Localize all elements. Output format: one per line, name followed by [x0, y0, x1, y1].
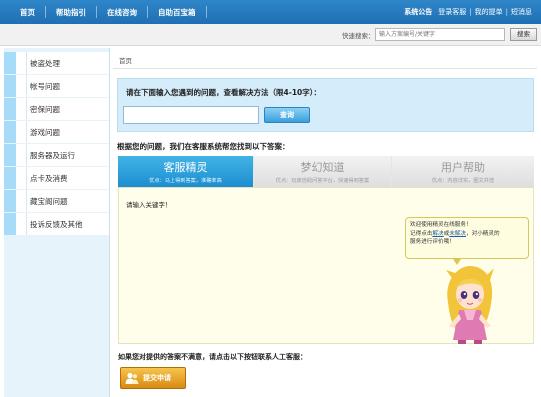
nav-divider	[205, 6, 207, 18]
nav-home[interactable]: 首页	[10, 7, 45, 18]
breadcrumb[interactable]: 首页	[119, 55, 132, 65]
nav-self-service[interactable]: 自助百宝箱	[148, 7, 206, 18]
tab-subtitle: 优点：玩家自助问答平台，快速得到答案	[275, 178, 370, 184]
answer-tabs: 客服精灵 优点：马上得到答案，准确率高 梦幻知道 优点：玩家自助问答平台，快速得…	[118, 156, 534, 192]
main-content: 首页 请在下面输入您遇到的问题，查看解决方法（限4-10字）： 查询 根据您的问…	[113, 48, 537, 397]
help-line: 根据您的问题，我们在客服系统帮您找到以下答案：	[117, 142, 290, 151]
tab-title: 客服精灵	[163, 161, 208, 174]
query-input[interactable]	[123, 106, 259, 124]
mascot-illustration	[446, 266, 494, 344]
top-links: 系统公告 登录客服 | 我的提单 | 短消息	[401, 0, 535, 24]
query-button[interactable]: 查询	[264, 107, 310, 123]
bubble-line: 记得点击解决或未解决，对小精灵的	[410, 230, 524, 239]
resolved-link[interactable]: 解决	[432, 231, 443, 237]
messages-link[interactable]: 短消息	[508, 7, 535, 17]
tab-title: 用户帮助	[441, 161, 485, 174]
search-label: 快速搜索：	[342, 32, 375, 40]
sidebar: 被盗处理 帐号问题 密保问题 游戏问题 服务器及运行 点卡及消费 藏宝阁问题 投…	[4, 48, 110, 397]
sidebar-item-account[interactable]: 帐号问题	[4, 75, 109, 97]
tab-service-sprite[interactable]: 客服精灵 优点：马上得到答案，准确率高	[118, 156, 254, 187]
divider	[113, 68, 537, 69]
submit-label: 提交申请	[143, 374, 171, 382]
sidebar-item-server[interactable]: 服务器及运行	[4, 144, 109, 166]
search-bar: 快速搜索： 搜索	[0, 24, 541, 46]
sidebar-item-feedback[interactable]: 投诉反馈及其他	[4, 213, 109, 235]
tab-subtitle: 优点：内容详实，图文并茂	[431, 178, 495, 184]
my-orders-link[interactable]: 我的提单	[472, 7, 506, 17]
query-title: 请在下面输入您遇到的问题，查看解决方法（限4-10字）：	[126, 88, 322, 97]
sidebar-item-treasure[interactable]: 藏宝阁问题	[4, 190, 109, 212]
bubble-text: ，对小精灵的	[466, 230, 500, 237]
sidebar-item-game[interactable]: 游戏问题	[4, 121, 109, 143]
top-navbar: 首页 帮助指引 在线咨询 自助百宝箱 系统公告 登录客服 | 我的提单 | 短消…	[0, 0, 541, 24]
query-panel: 请在下面输入您遇到的问题，查看解决方法（限4-10字）： 查询	[117, 78, 534, 132]
login-link[interactable]: 登录客服	[435, 7, 469, 17]
unresolved-link[interactable]: 未解决	[449, 231, 466, 237]
submit-request-button[interactable]: 提交申请	[120, 367, 186, 389]
sidebar-item-security[interactable]: 密保问题	[4, 98, 109, 120]
sidebar-item-theft[interactable]: 被盗处理	[4, 52, 109, 74]
chat-panel: 请输入关键字！ 欢迎使用精灵在线服务！ 记得点击解决或未解决，对小精灵的 服务进…	[118, 187, 534, 344]
main-nav: 首页 帮助指引 在线咨询 自助百宝箱	[10, 0, 207, 24]
tab-user-help[interactable]: 用户帮助 优点：内容详实，图文并茂	[392, 156, 534, 187]
nav-help-guide[interactable]: 帮助指引	[46, 7, 96, 18]
search-input[interactable]	[375, 28, 505, 41]
chat-prompt: 请输入关键字！	[126, 201, 172, 209]
bubble-line: 欢迎使用精灵在线服务！	[410, 222, 472, 228]
user-icon	[125, 372, 139, 384]
tab-subtitle: 优点：马上得到答案，准确率高	[149, 178, 222, 184]
tab-title: 梦幻知道	[300, 161, 345, 174]
complaint-text: 如果您对提供的答案不满意，请点击以下按钮联系人工客服：	[118, 353, 307, 361]
bubble-line: 服务进行评价哦！	[410, 239, 455, 245]
speech-bubble: 欢迎使用精灵在线服务！ 记得点击解决或未解决，对小精灵的 服务进行评价哦！	[405, 217, 529, 259]
search-button[interactable]: 搜索	[510, 28, 537, 41]
bubble-text: 记得点击	[410, 230, 433, 237]
system-announcement-link[interactable]: 系统公告	[401, 7, 435, 17]
sidebar-item-billing[interactable]: 点卡及消费	[4, 167, 109, 189]
tab-menghuan-zhidao[interactable]: 梦幻知道 优点：玩家自助问答平台，快速得到答案	[254, 156, 392, 187]
nav-online-consult[interactable]: 在线咨询	[97, 7, 147, 18]
